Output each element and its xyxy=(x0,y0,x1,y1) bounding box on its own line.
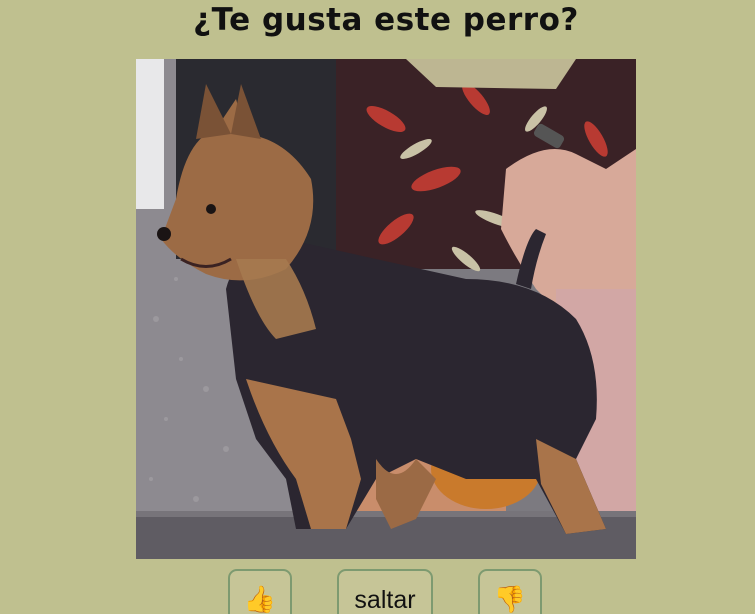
dog-photo xyxy=(136,59,636,559)
page: ¿Te gusta este perro? 👍 saltar 👎 xyxy=(0,0,755,614)
dog-photo-image xyxy=(136,59,636,559)
skip-button-label: saltar xyxy=(354,586,416,614)
like-button[interactable]: 👍 xyxy=(228,569,292,614)
dislike-button[interactable]: 👎 xyxy=(478,569,542,614)
thumbs-down-icon: 👎 xyxy=(493,585,527,614)
page-title: ¿Te gusta este perro? xyxy=(193,2,579,38)
thumbs-up-icon: 👍 xyxy=(243,585,277,614)
skip-button[interactable]: saltar xyxy=(337,569,433,614)
